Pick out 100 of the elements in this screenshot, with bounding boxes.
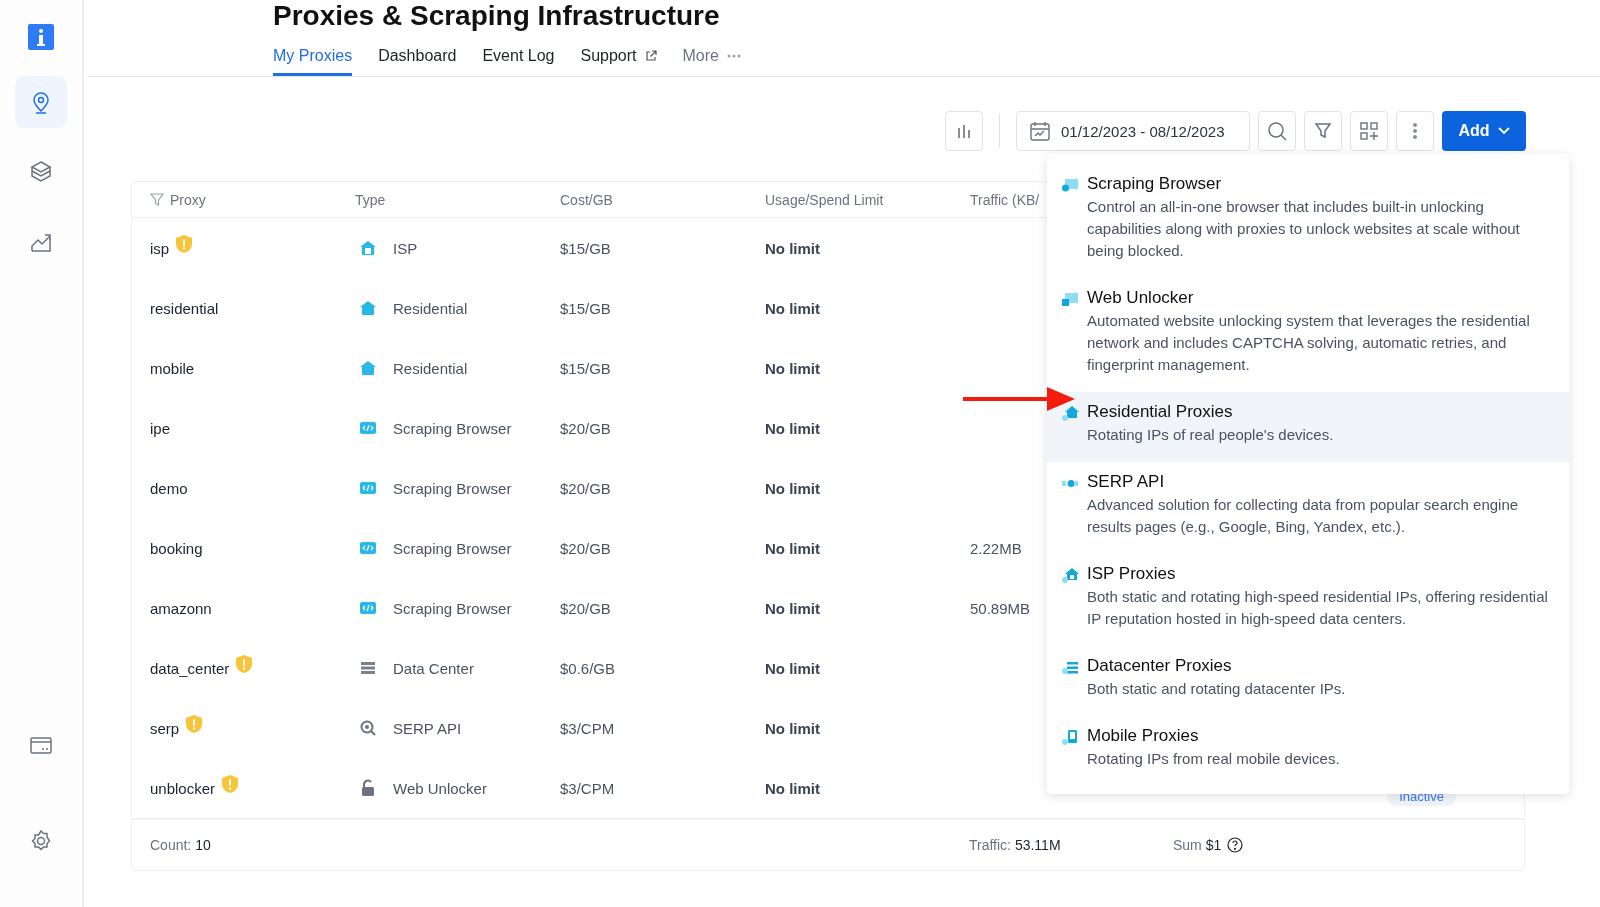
menu-item-title: Web Unlocker bbox=[1087, 287, 1195, 309]
menu-item[interactable]: Scraping Browser Control an all-in-one browser that includes built-in unlocking capabilities along with proxies to unlock websites at scale without being blocked. bbox=[1047, 164, 1569, 278]
cost-value: $20/GB bbox=[560, 599, 611, 617]
bar-chart-icon bbox=[955, 122, 973, 140]
phone-icon bbox=[1061, 729, 1079, 747]
cost-value: $15/GB bbox=[560, 299, 611, 317]
column-header: Proxy bbox=[170, 191, 206, 208]
proxy-name: ipe bbox=[150, 419, 171, 437]
menu-item-description: Rotating IPs of real people's devices. bbox=[1087, 425, 1334, 445]
menu-item-description: Automated website unlocking system that leverages the residential network and includes CAPTCHA solving, automatic retries, and fingerprint management. bbox=[1087, 311, 1531, 375]
proxy-type: Scraping Browser bbox=[393, 599, 512, 617]
menu-item[interactable]: Residential Proxies Rotating IPs of real people's devices. bbox=[1047, 392, 1569, 462]
column-header: Traffic (KB/ bbox=[970, 191, 1040, 208]
cost-value: $15/GB bbox=[560, 239, 611, 257]
menu-item-title: Mobile Proxies bbox=[1087, 725, 1200, 747]
traffic-total: Traffic: 53.11M bbox=[969, 837, 1061, 853]
proxy-name: data_center bbox=[150, 659, 230, 677]
house-icon bbox=[1061, 567, 1079, 585]
menu-item[interactable]: Mobile Proxies Rotating IPs from real mobile devices. bbox=[1047, 716, 1569, 786]
sum-total: Sum $1 bbox=[1173, 837, 1222, 853]
proxy-type: ISP bbox=[393, 239, 418, 257]
server-icon bbox=[359, 659, 377, 677]
more-dots-icon bbox=[726, 54, 741, 58]
more-options-button[interactable] bbox=[1396, 111, 1434, 151]
add-button[interactable]: Add bbox=[1442, 111, 1526, 151]
vertical-dots-icon bbox=[1412, 122, 1418, 140]
spend-limit: No limit bbox=[765, 779, 820, 797]
proxy-type: Scraping Browser bbox=[393, 479, 512, 497]
spend-limit: No limit bbox=[765, 359, 820, 377]
tab[interactable]: More bbox=[682, 43, 741, 76]
tab[interactable]: Event Log bbox=[482, 43, 555, 76]
house-icon bbox=[359, 299, 377, 317]
menu-item[interactable]: Web Unlocker Automated website unlocking system that leverages the residential network and includes CAPTCHA solving, automatic retries, and fingerprint management. bbox=[1047, 278, 1569, 392]
menu-item[interactable]: ISP Proxies Both static and rotating high-speed residential IPs, offering residential IP reputation hosted in high-speed data centers. bbox=[1047, 554, 1569, 646]
cost-value: $3/CPM bbox=[560, 719, 615, 737]
proxy-name: amazonn bbox=[150, 599, 212, 617]
spend-limit: No limit bbox=[765, 419, 820, 437]
page-title: Proxies & Scraping Infrastructure bbox=[273, 0, 721, 32]
proxy-name: residential bbox=[150, 299, 219, 317]
house-icon bbox=[1061, 405, 1079, 423]
spend-limit: No limit bbox=[765, 299, 820, 317]
menu-item-title: ISP Proxies bbox=[1087, 563, 1177, 585]
spend-limit: No limit bbox=[765, 659, 820, 677]
menu-item[interactable]: Datacenter Proxies Both static and rotating datacenter IPs. bbox=[1047, 646, 1569, 716]
proxy-name: demo bbox=[150, 479, 188, 497]
menu-item-description: Both static and rotating high-speed residential IPs, offering residential IP reputation hosted in high-speed data centers. bbox=[1087, 587, 1549, 629]
proxy-type: Scraping Browser bbox=[393, 419, 512, 437]
menu-item-description: Advanced solution for collecting data from popular search engine results pages (e.g., Google, Bing, Yandex, etc.). bbox=[1087, 495, 1520, 537]
menu-item-title: Scraping Browser bbox=[1087, 173, 1223, 195]
traffic-value: 2.22MB bbox=[970, 539, 1022, 557]
tab[interactable]: Support bbox=[580, 43, 657, 76]
server-icon bbox=[1061, 659, 1079, 677]
chart-button[interactable] bbox=[945, 111, 983, 151]
sidebar-button[interactable] bbox=[15, 76, 67, 128]
add-widget-button[interactable] bbox=[1350, 111, 1388, 151]
menu-item[interactable]: SERP API Advanced solution for collecting data from popular search engine results pages (e.g., Google, Bing, Yandex, etc.). bbox=[1047, 462, 1569, 554]
proxy-name: unblocker bbox=[150, 779, 216, 797]
grid-plus-icon bbox=[1360, 122, 1378, 140]
tab[interactable]: Dashboard bbox=[378, 43, 457, 76]
proxy-type: Web Unlocker bbox=[393, 779, 487, 797]
filter-button[interactable] bbox=[1304, 111, 1342, 151]
cost-value: $15/GB bbox=[560, 359, 611, 377]
proxy-type: Residential bbox=[393, 299, 468, 317]
tab[interactable]: My Proxies bbox=[273, 43, 353, 76]
house-icon bbox=[359, 239, 377, 257]
count-total: Count: 10 bbox=[150, 837, 211, 853]
help-icon bbox=[1227, 837, 1244, 853]
layers-icon bbox=[28, 159, 54, 185]
traffic-value: 50.89MB bbox=[970, 599, 1031, 617]
column-header: Cost/GB bbox=[560, 191, 613, 208]
proxy-type: SERP API bbox=[393, 719, 462, 737]
filter-icon bbox=[1314, 122, 1332, 140]
calendar-icon bbox=[1029, 120, 1051, 142]
menu-item-title: SERP API bbox=[1087, 471, 1166, 493]
cost-value: $3/CPM bbox=[560, 779, 615, 797]
spend-limit: No limit bbox=[765, 239, 820, 257]
spend-limit: No limit bbox=[765, 599, 820, 617]
date-range-field[interactable]: 01/12/2023 - 08/12/2023 bbox=[1016, 111, 1250, 151]
info-logo-icon bbox=[28, 24, 54, 50]
proxy-name: mobile bbox=[150, 359, 195, 377]
proxy-name: serp bbox=[150, 719, 180, 737]
proxy-type: Data Center bbox=[393, 659, 474, 677]
spend-limit: No limit bbox=[765, 479, 820, 497]
menu-item-description: Both static and rotating datacenter IPs. bbox=[1087, 679, 1346, 699]
search-button[interactable] bbox=[1258, 111, 1296, 151]
cost-value: $20/GB bbox=[560, 479, 611, 497]
column-header: Usage/Spend Limit bbox=[765, 191, 884, 208]
menu-item-description: Rotating IPs from real mobile devices. bbox=[1087, 749, 1340, 769]
spend-limit: No limit bbox=[765, 539, 820, 557]
proxy-name: isp bbox=[150, 239, 170, 257]
menu-item-title: Residential Proxies bbox=[1087, 401, 1234, 423]
cost-value: $20/GB bbox=[560, 539, 611, 557]
proxy-name: booking bbox=[150, 539, 203, 557]
house-icon bbox=[359, 359, 377, 377]
filter-icon bbox=[150, 192, 164, 207]
cost-value: $0.6/GB bbox=[560, 659, 616, 677]
column-header: Type bbox=[355, 191, 386, 208]
spend-limit: No limit bbox=[765, 719, 820, 737]
chevron-down-icon bbox=[1497, 127, 1510, 135]
external-link-icon bbox=[644, 50, 657, 62]
